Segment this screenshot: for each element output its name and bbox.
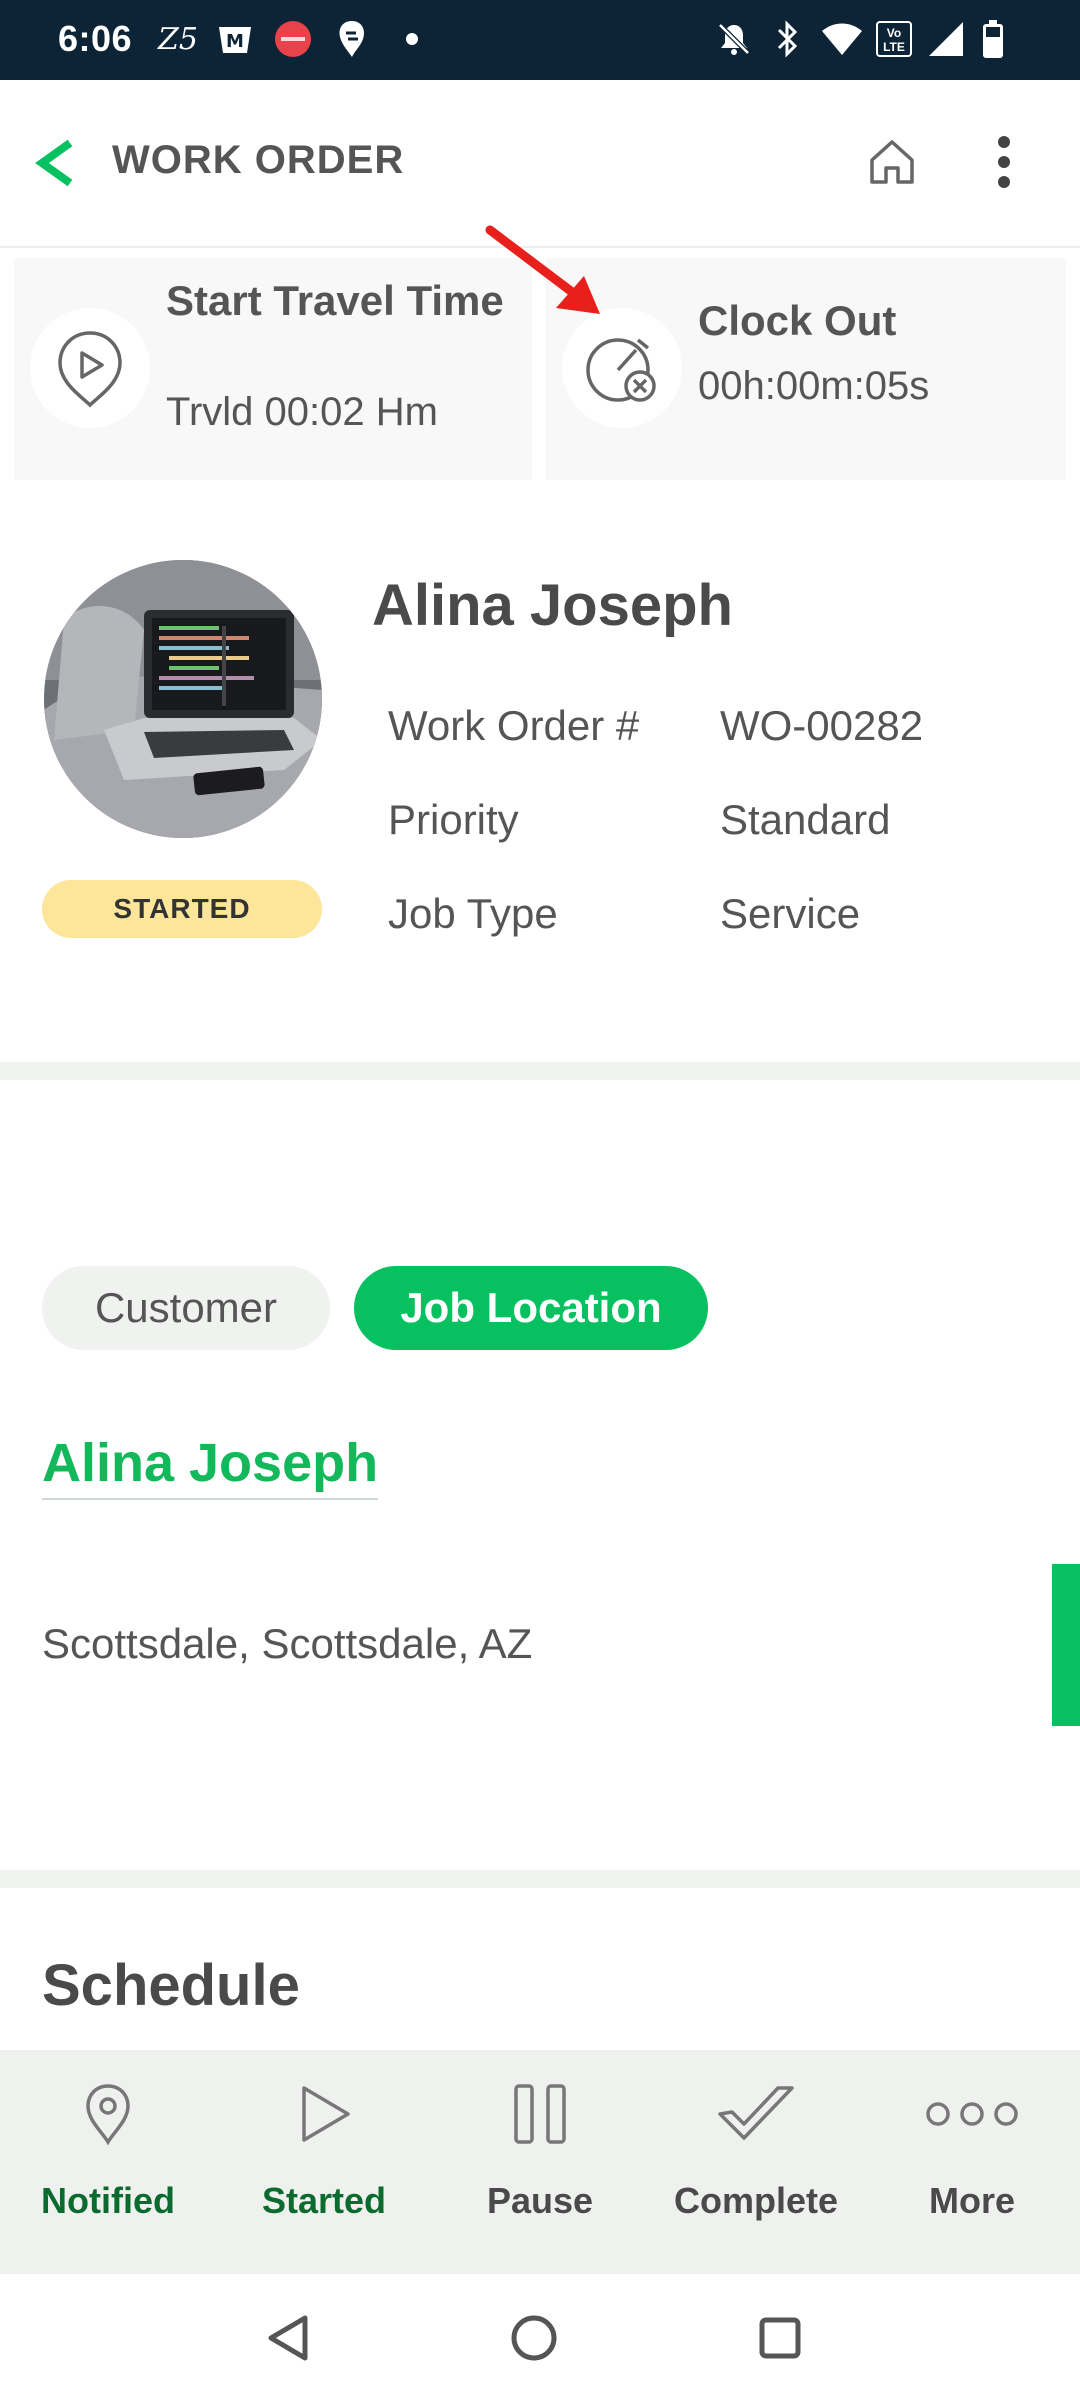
pause-action[interactable]: Pause	[432, 2050, 648, 2274]
travel-pin-play-icon	[30, 308, 150, 428]
section-divider	[0, 1870, 1080, 1888]
complete-action[interactable]: Complete	[648, 2050, 864, 2274]
tab-job-location[interactable]: Job Location	[354, 1266, 708, 1350]
travel-time-card[interactable]: Start Travel Time Trvld 00:02 Hm	[14, 258, 532, 480]
more-action[interactable]: More	[864, 2050, 1080, 2274]
swiggy-icon	[332, 16, 372, 62]
pause-label: Pause	[486, 2180, 594, 2221]
annotation-arrow	[485, 225, 600, 314]
system-nav-bar	[0, 2274, 1080, 2400]
overflow-menu-button[interactable]	[970, 128, 1038, 196]
dot-icon	[400, 16, 424, 62]
job-location-contact-link[interactable]: Alina Joseph	[42, 1432, 379, 1500]
notified-action[interactable]: Notified	[0, 2050, 216, 2274]
status-time: 6:06	[58, 18, 133, 59]
square-recents-icon	[759, 2317, 801, 2359]
home-icon	[870, 140, 914, 184]
checkmark-icon	[648, 2076, 864, 2152]
clock-out-timer: 00h:00m:05s	[698, 364, 930, 408]
more-vert-icon	[998, 136, 1010, 188]
job-location-address: Scottsdale, Scottsdale, AZ	[42, 1620, 533, 1667]
play-icon	[216, 2076, 432, 2152]
side-drawer-handle[interactable]	[1052, 1564, 1080, 1726]
myntra-icon: M	[212, 16, 258, 62]
person-name: Alina Joseph	[372, 573, 733, 638]
job-type-label: Job Type	[388, 890, 558, 937]
back-button[interactable]	[24, 130, 84, 196]
started-label: Started	[261, 2180, 387, 2221]
triangle-back-icon	[268, 2315, 308, 2361]
more-dots-icon	[864, 2076, 1080, 2152]
work-order-label: Work Order #	[388, 702, 640, 749]
clock-out-title: Clock Out	[698, 297, 897, 344]
started-action[interactable]: Started	[216, 2050, 432, 2274]
nav-back-button[interactable]	[252, 2302, 324, 2374]
nearbuy-icon	[270, 16, 316, 62]
action-bar: Notified Started Pause Complete More	[0, 2050, 1080, 2274]
job-type-value: Service	[720, 890, 861, 937]
notified-label: Notified	[41, 2180, 175, 2221]
status-bar: 6:06 Z5 M Vo LTE	[0, 0, 1080, 80]
priority-value: Standard	[720, 796, 891, 843]
location-pin-icon	[0, 2076, 216, 2152]
page-title: WORK ORDER	[112, 138, 405, 182]
section-divider	[0, 1062, 1080, 1080]
wifi-icon	[818, 16, 866, 62]
back-arrow-icon	[35, 139, 73, 187]
volte-icon: Vo LTE	[874, 16, 914, 62]
nav-home-button[interactable]	[498, 2302, 570, 2374]
status-badge: STARTED	[42, 880, 322, 938]
pause-icon	[432, 2076, 648, 2152]
home-button[interactable]	[858, 128, 926, 196]
travel-card-title: Start Travel Time	[166, 277, 504, 324]
nav-recents-button[interactable]	[744, 2302, 816, 2374]
zee5-icon: Z5	[158, 21, 198, 57]
mute-icon	[712, 16, 756, 62]
signal-icon	[924, 16, 968, 62]
bluetooth-icon	[770, 16, 806, 62]
avatar	[44, 560, 322, 838]
priority-label: Priority	[388, 796, 519, 843]
battery-icon	[976, 16, 1010, 62]
circle-home-icon	[511, 2315, 557, 2361]
complete-label: Complete	[673, 2180, 839, 2221]
work-order-value: WO-00282	[720, 702, 924, 749]
clock-out-card[interactable]: Clock Out 00h:00m:05s	[546, 258, 1066, 480]
more-label: More	[928, 2180, 1015, 2221]
schedule-heading: Schedule	[42, 1953, 300, 2018]
travel-card-value: Trvld 00:02 Hm	[166, 390, 438, 434]
svg-text:M: M	[226, 31, 244, 52]
tab-customer[interactable]: Customer	[42, 1266, 330, 1350]
